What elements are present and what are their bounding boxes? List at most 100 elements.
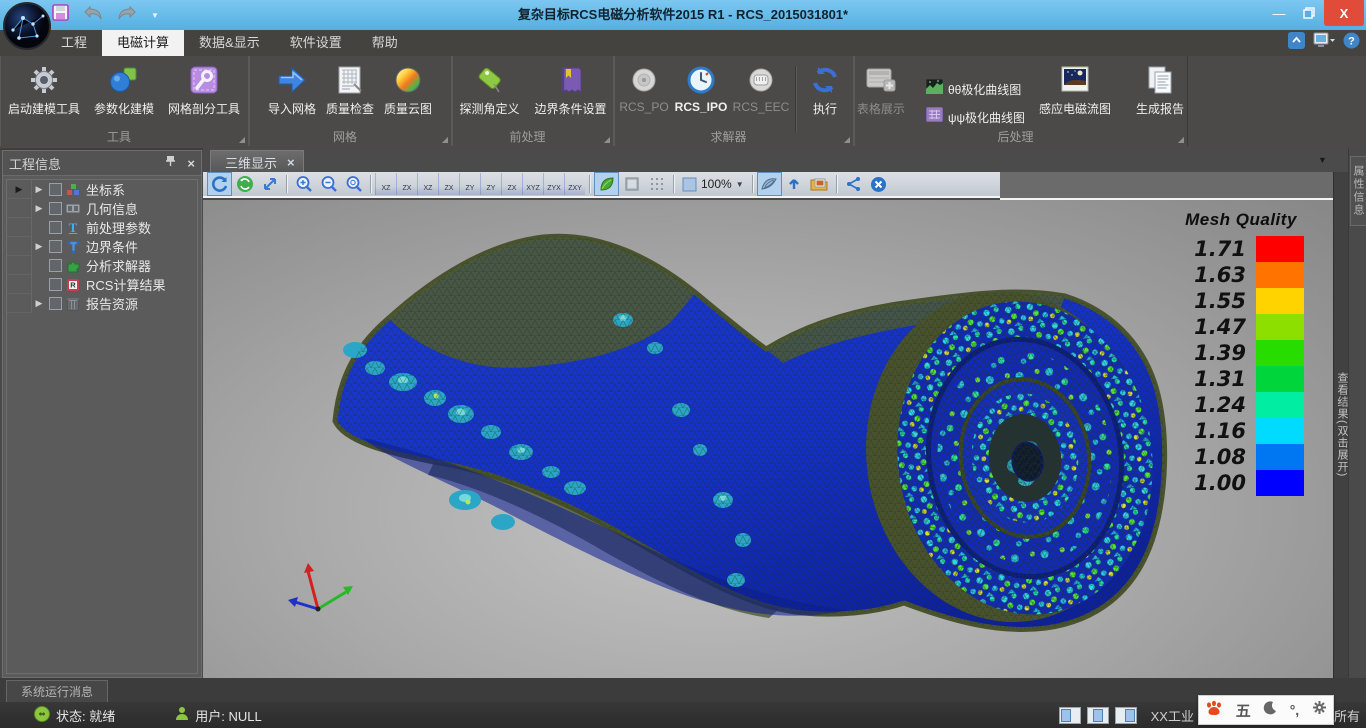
axis-view-icon[interactable]: XZ (417, 173, 438, 195)
tab-data-display[interactable]: 数据&显示 (184, 30, 275, 56)
launch-modeling-tool-button[interactable]: 启动建模工具 (3, 58, 85, 117)
mesh-display-icon[interactable] (757, 172, 782, 196)
psi-polarization-curve-button[interactable]: ψψ极化曲线图 (926, 107, 1025, 127)
tree-row-preprocess-params[interactable]: T 前处理参数 (7, 218, 197, 237)
axis-view-icon[interactable]: XYZ (522, 173, 543, 195)
ime-settings-gear-icon[interactable] (1312, 700, 1327, 720)
tab-engineering[interactable]: 工程 (46, 30, 102, 56)
refresh-view-icon[interactable] (232, 172, 257, 196)
tab-property-info[interactable]: 属性信息 (1350, 156, 1366, 226)
group-launcher-icon[interactable]: ◢ (239, 135, 245, 144)
legend-color-swatch (1256, 366, 1304, 392)
points-grid-icon[interactable] (644, 172, 669, 196)
group-label-mesh: 网格 (249, 128, 441, 145)
tree-row-analysis-solver[interactable]: 分析求解器 (7, 256, 197, 275)
tab-settings[interactable]: 软件设置 (275, 30, 357, 56)
close-panel-icon[interactable]: × (187, 156, 195, 171)
share-nodes-icon[interactable] (841, 172, 866, 196)
ribbon-tab-bar: 工程 电磁计算 数据&显示 软件设置 帮助 (0, 30, 1366, 56)
ime-moon-icon[interactable] (1263, 701, 1277, 720)
results-collapsed-strip[interactable]: 查看结果(双击展开) (1333, 172, 1349, 702)
axis-view-icon[interactable]: ZX (501, 173, 522, 195)
ime-mode-indicator[interactable]: 五 (1236, 700, 1251, 721)
tab-em-computation[interactable]: 电磁计算 (102, 30, 184, 56)
expand-arrow-icon[interactable]: ▶ (32, 203, 46, 214)
tab-3d-display[interactable]: 三维显示 × (210, 150, 304, 173)
import-mesh-button[interactable]: 导入网格 (264, 58, 320, 117)
close-button[interactable]: X (1324, 0, 1364, 26)
tree-row-rcs-results[interactable]: R RCS计算结果 (7, 275, 197, 294)
status-green-icon (34, 706, 50, 725)
cancel-circle-icon[interactable] (866, 172, 891, 196)
probe-angle-button[interactable]: 探测角定义 (453, 58, 527, 117)
checkbox[interactable] (49, 297, 62, 310)
minimize-button[interactable]: — (1264, 0, 1294, 26)
tree-row-report-resources[interactable]: ▶ 报告资源 (7, 294, 197, 313)
zoom-out-icon[interactable] (316, 172, 341, 196)
quality-cloud-button[interactable]: 质量云图 (380, 58, 436, 117)
axis-view-icon[interactable]: ZX (438, 173, 459, 195)
layout-left-button[interactable] (1059, 707, 1081, 724)
expand-arrow-icon[interactable]: ▶ (32, 298, 46, 309)
checkbox[interactable] (49, 259, 62, 272)
display-mode-icon[interactable] (1313, 32, 1335, 54)
tree-row-geometry-info[interactable]: ▶ 几何信息 (7, 199, 197, 218)
viewport-3d[interactable]: Mesh Quality 1.71 1.63 1.55 1.47 1.39 1.… (203, 200, 1333, 702)
theta-polarization-curve-button[interactable]: θθ极化曲线图 (926, 79, 1025, 99)
group-launcher-icon[interactable]: ◢ (1178, 135, 1184, 144)
pin-icon[interactable] (166, 154, 175, 172)
tab-list-dropdown-icon[interactable]: ▼ (1318, 155, 1327, 165)
expand-arrow-icon[interactable]: ▶ (32, 184, 46, 195)
save-icon[interactable] (52, 4, 69, 26)
mesh-partition-tool-button[interactable]: 网格剖分工具 (163, 58, 245, 117)
layout-center-button[interactable] (1087, 707, 1109, 724)
axis-view-icon[interactable]: ZY (459, 173, 480, 195)
close-tab-icon[interactable]: × (287, 155, 295, 170)
wireframe-box-icon[interactable] (619, 172, 644, 196)
viewport-toolbar: XZ ZX XZ ZX ZY ZY ZX XYZ ZYX ZXY 100% ▼ (203, 172, 1000, 198)
group-launcher-icon[interactable]: ◢ (442, 135, 448, 144)
tab-help[interactable]: 帮助 (357, 30, 413, 56)
undo-icon[interactable] (83, 6, 103, 25)
collapse-ribbon-icon[interactable] (1288, 32, 1305, 54)
checkbox[interactable] (49, 278, 62, 291)
zoom-level-selector[interactable]: 100% ▼ (678, 177, 748, 192)
app-logo[interactable] (3, 2, 51, 50)
restore-button[interactable] (1294, 0, 1324, 26)
tree-row-boundary-conditions[interactable]: ▶ 边界条件 (7, 237, 197, 256)
axis-view-icon[interactable]: ZXY (564, 173, 585, 195)
shaded-view-leaf-icon[interactable] (594, 172, 619, 196)
ime-punctuation-indicator[interactable]: °, (1290, 702, 1300, 718)
tree-row-coordinate-system[interactable]: ▶ ▶ 坐标系 (7, 180, 197, 199)
puzzle-icon (65, 258, 81, 273)
pan-zoom-arrow-icon[interactable] (257, 172, 282, 196)
ime-logo-paw-icon[interactable] (1205, 700, 1223, 721)
axis-view-icon[interactable]: ZY (480, 173, 501, 195)
checkbox[interactable] (49, 221, 62, 234)
import-view-arrow-icon[interactable] (782, 172, 807, 196)
zoom-fit-icon[interactable] (341, 172, 366, 196)
snapshot-folder-icon[interactable] (807, 172, 832, 196)
axis-view-icon[interactable]: XZ (375, 173, 396, 195)
project-panel-title: 工程信息 (9, 154, 166, 173)
quick-access-more-icon[interactable]: ▼ (151, 11, 159, 20)
rotate-view-icon[interactable] (207, 172, 232, 196)
redo-icon[interactable] (117, 6, 137, 25)
checkbox[interactable] (49, 202, 62, 215)
parametric-modeling-button[interactable]: 参数化建模 (87, 58, 161, 117)
checkbox[interactable] (49, 183, 62, 196)
boundary-condition-button[interactable]: 边界条件设置 (529, 58, 613, 117)
expand-arrow-icon[interactable]: ▶ (32, 241, 46, 252)
status-indicator: 状态: 就绪 (34, 706, 115, 725)
tab-system-messages[interactable]: 系统运行消息 (6, 680, 108, 703)
group-launcher-icon[interactable]: ◢ (604, 135, 610, 144)
help-icon[interactable]: ? (1343, 32, 1360, 54)
legend-value: 1.24 (1161, 393, 1256, 417)
axis-view-icon[interactable]: ZYX (543, 173, 564, 195)
axis-view-icon[interactable]: ZX (396, 173, 417, 195)
quality-check-button[interactable]: 质量检查 (322, 58, 378, 117)
layout-right-button[interactable] (1115, 707, 1137, 724)
checkbox[interactable] (49, 240, 62, 253)
report-document-icon (1144, 62, 1176, 98)
zoom-in-icon[interactable] (291, 172, 316, 196)
